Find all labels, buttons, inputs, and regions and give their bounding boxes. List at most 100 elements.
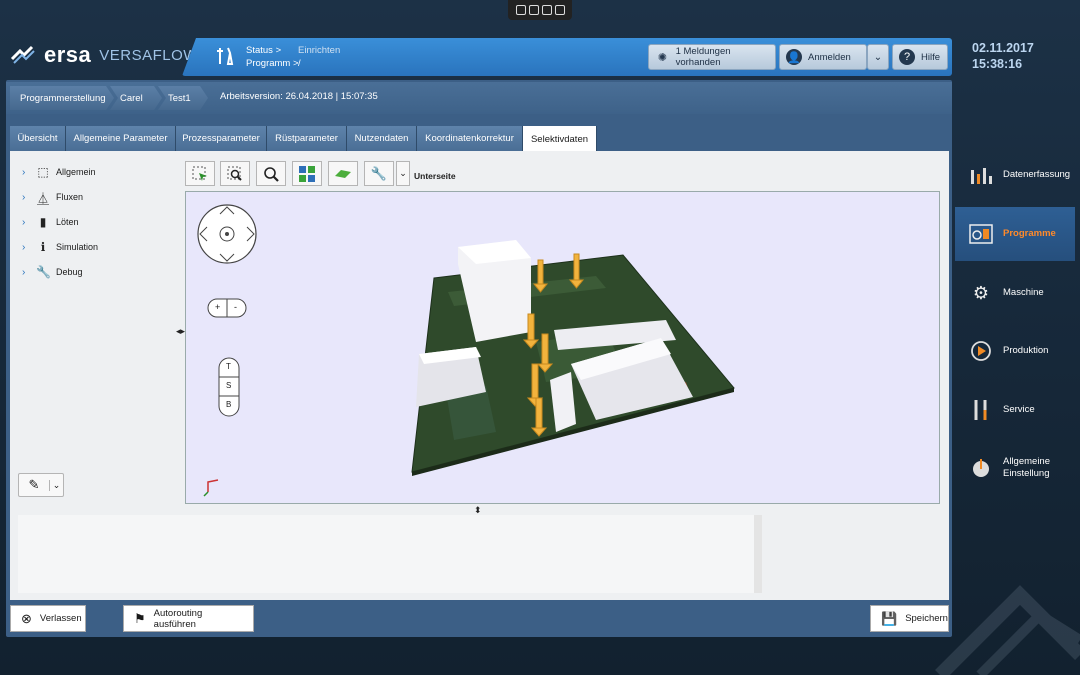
bar-chart-icon xyxy=(969,163,993,187)
zoom-out-button[interactable]: - xyxy=(234,302,237,312)
breadcrumb-item[interactable]: Programmerstellung xyxy=(10,86,114,110)
tools-button[interactable]: 🔧 xyxy=(364,161,394,186)
chevron-down-icon[interactable]: ⌄ xyxy=(49,479,63,491)
app-logo: ersa VERSAFLOW 4 xyxy=(10,40,211,70)
nav-production[interactable]: Produktion xyxy=(955,324,1075,378)
chevron-right-icon: › xyxy=(22,266,26,278)
nav-general-settings[interactable]: Allgemeine Einstellung xyxy=(955,441,1075,495)
chevron-right-icon: › xyxy=(22,241,26,253)
view-side-button[interactable]: S xyxy=(226,381,231,390)
selection-icon: ⬚ xyxy=(37,165,49,179)
datetime: 02.11.2017 15:38:16 xyxy=(972,40,1034,72)
status-label: Status > xyxy=(246,45,282,56)
view-bottom-button[interactable]: B xyxy=(226,400,231,409)
work-version: Arbeitsversion: 26.04.2018 | 15:07:35 xyxy=(220,91,378,102)
axis-indicator xyxy=(203,479,219,497)
tree-item-simulation[interactable]: › ℹ Simulation xyxy=(22,239,98,255)
user-icon: 👤 xyxy=(786,49,802,65)
nav-label: Allgemeine Einstellung xyxy=(1003,456,1050,479)
3d-viewport[interactable]: + - T S B xyxy=(185,191,940,504)
tree-item-label: Allgemein xyxy=(56,167,96,177)
side-label: Unterseite xyxy=(414,171,456,181)
leave-button[interactable]: ⊗ Verlassen xyxy=(10,605,86,632)
window-icon[interactable] xyxy=(541,5,552,15)
gears-icon: ⚙ xyxy=(972,282,990,303)
help-label: Hilfe xyxy=(921,51,941,63)
background-decoration xyxy=(935,585,1080,675)
screen-toolbar xyxy=(508,0,572,20)
nav-machine[interactable]: ⚙ Maschine xyxy=(955,266,1075,320)
autorouting-button[interactable]: ⚑ Autorouting ausführen xyxy=(123,605,254,632)
ersa-logo-icon xyxy=(10,45,35,64)
tree-item-soldering[interactable]: › ▮ Löten xyxy=(22,214,79,230)
wrench-icon: 🔧 xyxy=(36,265,51,279)
output-panel xyxy=(18,515,762,593)
edit-menu-button[interactable]: ✎ ⌄ xyxy=(18,473,64,497)
tab-process-parameters[interactable]: Prozessparameter xyxy=(176,126,267,151)
nav-service[interactable]: Service xyxy=(955,383,1075,437)
tree-item-general[interactable]: › ⬚ Allgemein xyxy=(22,164,96,180)
solder-pot-icon: ▮ xyxy=(39,215,47,229)
programs-icon xyxy=(969,222,993,246)
window-icon[interactable] xyxy=(515,5,526,15)
nav-label: Service xyxy=(1003,404,1035,415)
messages-label: 1 Meldungen vorhanden xyxy=(675,46,731,68)
tab-overview[interactable]: Übersicht xyxy=(10,126,66,151)
vertical-splitter-handle[interactable]: ◂▸ xyxy=(176,326,185,337)
help-button[interactable]: ? Hilfe xyxy=(892,44,948,70)
wrench-icon: 🔧 xyxy=(370,165,388,181)
chevron-right-icon: › xyxy=(22,216,26,228)
window-icon[interactable] xyxy=(528,5,539,15)
zoom-region-icon xyxy=(227,166,242,181)
tab-panel-data[interactable]: Nutzendaten xyxy=(347,126,417,151)
tools-icon xyxy=(214,45,236,67)
view-top-button[interactable]: T xyxy=(226,362,231,371)
tab-coordinate-correction[interactable]: Koordinatenkorrektur xyxy=(417,126,523,151)
tools-dropdown-button[interactable]: ⌄ xyxy=(396,161,410,186)
nav-label: Produktion xyxy=(1003,345,1049,356)
brand-name: ersa xyxy=(44,42,92,67)
zoom-in-button[interactable]: + xyxy=(215,302,220,312)
nav-label: Maschine xyxy=(1003,287,1044,298)
window-icon[interactable] xyxy=(554,5,565,15)
flux-nozzle-icon: ⏅ xyxy=(36,192,49,206)
help-icon: ? xyxy=(899,49,915,65)
tree-item-fluxing[interactable]: › ⏅ Fluxen xyxy=(22,189,84,207)
magnifier-icon xyxy=(264,166,279,182)
production-icon xyxy=(969,339,993,363)
tree-item-label: Debug xyxy=(56,267,83,277)
autorouting-label: Autorouting ausführen xyxy=(153,607,203,630)
status-value: Einrichten xyxy=(298,45,341,56)
select-tool-button[interactable] xyxy=(185,161,215,186)
login-button[interactable]: 👤 Anmelden xyxy=(779,44,867,70)
leave-label: Verlassen xyxy=(39,613,82,624)
messages-button[interactable]: ✺ 1 Meldungen vorhanden xyxy=(648,44,776,70)
grid-button[interactable] xyxy=(292,161,322,186)
floppy-disk-icon: 💾 xyxy=(881,610,898,626)
pcb-icon xyxy=(335,169,351,178)
zoom-controls[interactable] xyxy=(207,298,247,318)
nav-data-acquisition[interactable]: Datenerfassung xyxy=(955,148,1075,202)
nav-programs[interactable]: Programme xyxy=(955,207,1075,261)
settings-knob-icon xyxy=(969,456,993,480)
tab-selective-data[interactable]: Selektivdaten xyxy=(523,126,597,152)
navigation-pad[interactable] xyxy=(197,204,257,264)
tab-general-parameters[interactable]: Allgemeine Parameter xyxy=(66,126,176,151)
grid-icon xyxy=(299,165,315,182)
login-dropdown-button[interactable]: ⌄ xyxy=(867,44,889,70)
chevron-right-icon: › xyxy=(22,166,26,178)
zoom-button[interactable] xyxy=(256,161,286,186)
autorouting-icon: ⚑ xyxy=(134,610,146,626)
tree-item-debug[interactable]: › 🔧 Debug xyxy=(22,264,83,280)
edit-icon: ✎ xyxy=(28,477,40,492)
pcb-3d-model xyxy=(197,204,735,497)
login-label: Anmelden xyxy=(808,51,851,63)
board-button[interactable] xyxy=(328,161,358,186)
zoom-window-button[interactable] xyxy=(220,161,250,186)
program-value: / xyxy=(298,58,301,69)
tree-item-label: Fluxen xyxy=(56,192,84,202)
chevron-down-icon: ⌄ xyxy=(399,168,407,178)
tab-setup-parameters[interactable]: Rüstparameter xyxy=(267,126,347,151)
nav-label: Programme xyxy=(1003,228,1056,239)
select-arrow-icon xyxy=(192,166,207,181)
